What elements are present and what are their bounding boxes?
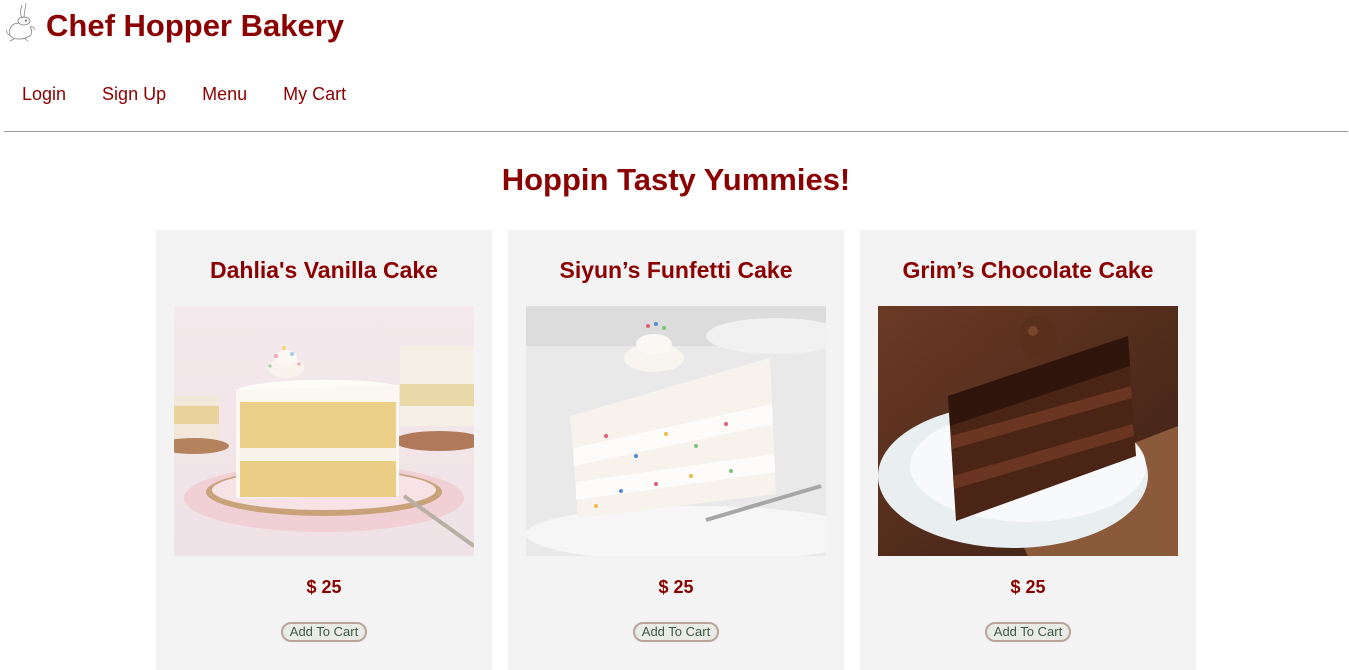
product-image-funfetti-cake xyxy=(526,306,826,556)
product-card: Grim’s Chocolate Cake $ 25 Add To Cart xyxy=(860,230,1196,670)
main-nav: Login Sign Up Menu My Cart xyxy=(22,84,382,105)
add-to-cart-button[interactable]: Add To Cart xyxy=(281,622,367,642)
page-heading: Hoppin Tasty Yummies! xyxy=(501,162,851,197)
product-price: $ 25 xyxy=(658,577,694,597)
nav-cart-link[interactable]: My Cart xyxy=(283,84,346,105)
product-card: Dahlia's Vanilla Cake $ 25 Add To Cart xyxy=(156,230,492,670)
nav-signup-link[interactable]: Sign Up xyxy=(102,84,166,105)
product-price: $ 25 xyxy=(306,577,342,597)
site-title: Chef Hopper Bakery xyxy=(46,8,345,43)
product-card: Siyun’s Funfetti Cake $ 25 Add To Cart xyxy=(508,230,844,670)
nav-login-link[interactable]: Login xyxy=(22,84,66,105)
nav-menu-link[interactable]: Menu xyxy=(202,84,247,105)
product-image-chocolate-cake xyxy=(878,306,1178,556)
add-to-cart-button[interactable]: Add To Cart xyxy=(633,622,719,642)
product-name: Grim’s Chocolate Cake xyxy=(902,257,1154,283)
product-price: $ 25 xyxy=(1010,577,1046,597)
product-list: Dahlia's Vanilla Cake $ 25 Add To Cart S… xyxy=(156,230,1196,670)
site-header: Chef Hopper Bakery xyxy=(0,0,344,50)
header-divider xyxy=(4,131,1348,132)
add-to-cart-button[interactable]: Add To Cart xyxy=(985,622,1071,642)
product-name: Siyun’s Funfetti Cake xyxy=(559,257,793,283)
product-name: Dahlia's Vanilla Cake xyxy=(210,257,438,283)
product-image-vanilla-cake xyxy=(174,306,474,556)
rabbit-icon xyxy=(6,2,35,42)
